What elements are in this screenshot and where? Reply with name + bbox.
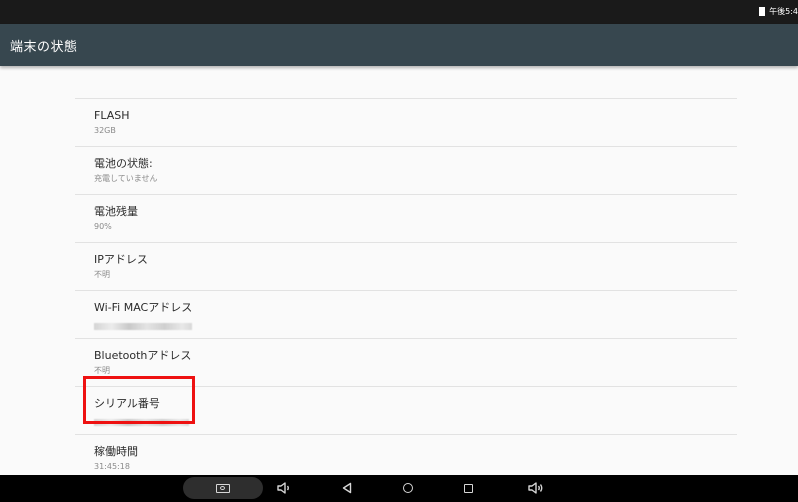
list-item-title: FLASH <box>94 109 130 122</box>
list-item-flash[interactable]: FLASH 32GB <box>75 99 737 147</box>
volume-up-icon <box>528 482 543 494</box>
list-item-battery-level[interactable]: 電池残量 90% <box>75 195 737 243</box>
list-item-value: 31:45:18 <box>94 462 130 471</box>
list-item-bluetooth-address[interactable]: Bluetoothアドレス 不明 <box>75 339 737 387</box>
list-item-battery-status[interactable]: 電池の状態: 充電していません <box>75 147 737 195</box>
back-icon <box>342 482 352 494</box>
navigation-bar <box>0 475 798 502</box>
list-item-title: 稼働時間 <box>94 445 138 458</box>
volume-down-button[interactable] <box>274 479 294 497</box>
home-icon <box>403 483 413 493</box>
redacted-value <box>94 323 192 330</box>
status-clock: 午後5:4 <box>769 6 798 16</box>
page-title: 端末の状態 <box>10 40 78 55</box>
status-indicators: 午後5:4 <box>759 4 798 18</box>
recent-apps-button[interactable] <box>460 479 476 497</box>
volume-up-button[interactable] <box>525 479 547 497</box>
list-item-partial <box>75 66 737 99</box>
recent-apps-icon <box>463 483 473 493</box>
list-item-title: シリアル番号 <box>94 397 160 410</box>
list-item-title: Wi-Fi MACアドレス <box>94 301 193 314</box>
list-item-value: 90% <box>94 222 112 231</box>
volume-down-icon <box>277 482 289 494</box>
list-item-title: 電池残量 <box>94 205 138 218</box>
list-item-value: 不明 <box>94 270 110 279</box>
settings-list: FLASH 32GB 電池の状態: 充電していません 電池残量 90% IPアド… <box>75 66 737 475</box>
back-button[interactable] <box>339 479 355 497</box>
list-item-value: 充電していません <box>94 174 158 183</box>
list-item-title: Bluetoothアドレス <box>94 349 192 362</box>
list-item-uptime[interactable]: 稼働時間 31:45:18 <box>75 435 737 475</box>
settings-list-container[interactable]: FLASH 32GB 電池の状態: 充電していません 電池残量 90% IPアド… <box>0 66 798 475</box>
home-button[interactable] <box>400 479 416 497</box>
list-item-value: 不明 <box>94 366 110 375</box>
list-item-serial-number[interactable]: シリアル番号 <box>75 387 737 435</box>
app-bar: 端末の状態 <box>0 24 798 66</box>
battery-icon <box>759 6 766 16</box>
redacted-value <box>94 419 189 426</box>
list-item-title: IPアドレス <box>94 253 148 266</box>
list-item-value: 32GB <box>94 126 116 135</box>
list-item-ip-address[interactable]: IPアドレス 不明 <box>75 243 737 291</box>
screenshot-button[interactable] <box>183 477 263 499</box>
list-item-title: 電池の状態: <box>94 157 153 170</box>
list-item-wifi-mac[interactable]: Wi-Fi MACアドレス <box>75 291 737 339</box>
screenshot-icon <box>216 483 230 493</box>
status-bar: 午後5:4 <box>0 0 798 24</box>
